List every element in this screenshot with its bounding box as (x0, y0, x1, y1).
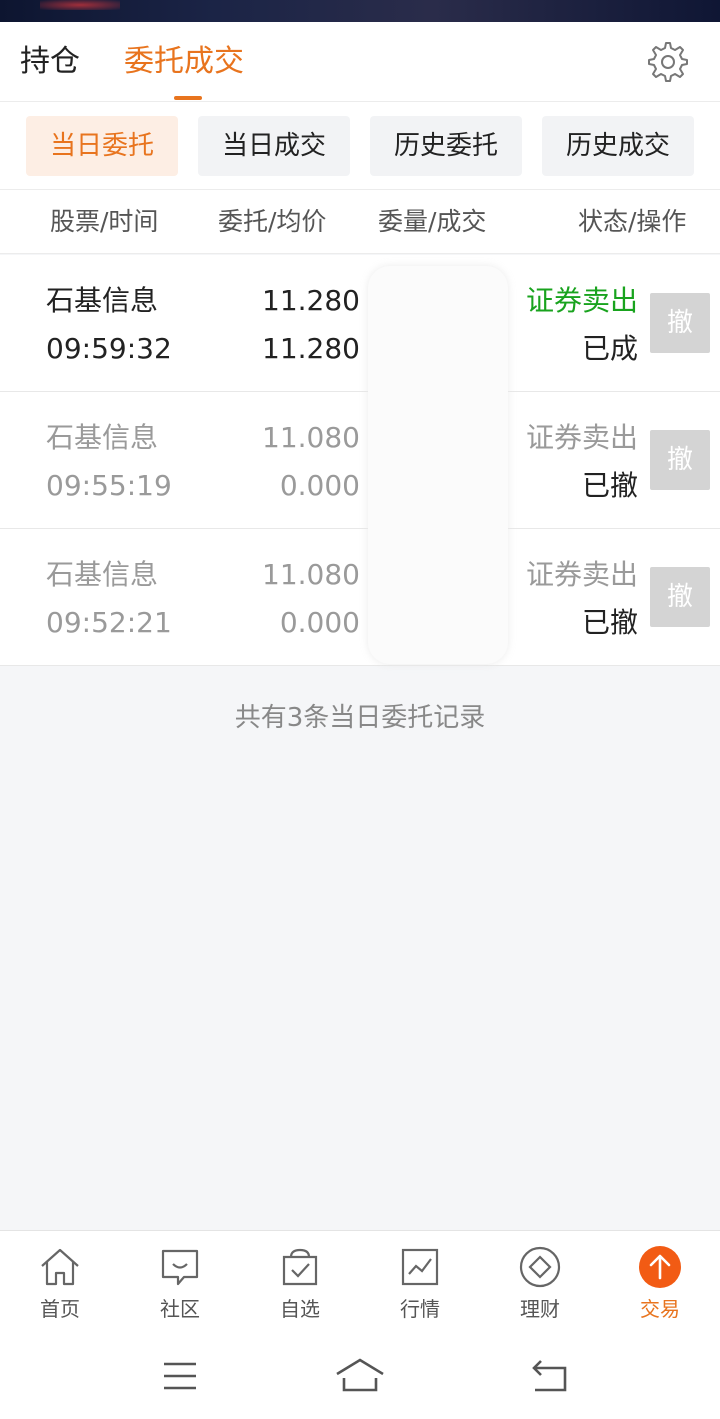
order-time: 09:55:19 (46, 469, 172, 502)
bottom-nav: 首页 社区 自选 行情 理财 交易 (0, 1230, 720, 1334)
records-summary: 共有3条当日委托记录 (234, 703, 486, 733)
settings-button[interactable] (646, 40, 690, 84)
nav-label: 自选 (280, 1297, 320, 1321)
subtab-history-trades[interactable]: 历史成交 (542, 116, 694, 176)
col-qty-filled: 委量/成交 (378, 207, 487, 236)
menu-icon (164, 1362, 196, 1390)
home-outline-icon (336, 1358, 384, 1392)
system-back-button[interactable] (525, 1356, 575, 1396)
home-icon (41, 1248, 79, 1286)
order-row[interactable]: 石基信息 09:52:21 11.080 0.000 证券卖出 已撤 撤 (0, 529, 720, 666)
cancel-order-button[interactable]: 撤 (650, 293, 710, 353)
chat-icon (161, 1249, 199, 1286)
order-direction: 证券卖出 (525, 284, 638, 317)
order-state: 已撤 (581, 469, 638, 502)
nav-label: 交易 (640, 1297, 680, 1321)
nav-community[interactable]: 社区 (120, 1231, 240, 1335)
system-home-button[interactable] (335, 1356, 385, 1396)
diamond-icon (519, 1246, 561, 1288)
watchlist-check-icon (282, 1248, 318, 1286)
status-bar (0, 0, 720, 22)
tab-holdings[interactable]: 持仓 (20, 42, 80, 82)
order-time: 09:59:32 (46, 332, 172, 365)
tab-orders[interactable]: 委托成交 (124, 42, 244, 82)
nav-label: 行情 (400, 1297, 440, 1321)
order-direction: 证券卖出 (525, 558, 638, 591)
order-time: 09:52:21 (46, 606, 172, 639)
col-stock-time: 股票/时间 (50, 207, 159, 236)
avg-price: 0.000 (279, 606, 360, 639)
order-price: 11.080 (262, 421, 360, 454)
stock-name: 石基信息 (46, 284, 159, 317)
avg-price: 0.000 (279, 469, 360, 502)
order-row[interactable]: 石基信息 09:55:19 11.080 0.000 证券卖出 已撤 撤 (0, 392, 720, 529)
order-row[interactable]: 石基信息 09:59:32 11.280 11.280 证券卖出 已成 撤 (0, 255, 720, 392)
active-tab-indicator (174, 96, 202, 100)
subtab-today-orders[interactable]: 当日委托 (26, 116, 178, 176)
subtab-today-trades[interactable]: 当日成交 (198, 116, 350, 176)
subtab-history-orders[interactable]: 历史委托 (370, 116, 522, 176)
order-state: 已撤 (581, 606, 638, 639)
chart-icon (401, 1248, 439, 1286)
nav-wealth[interactable]: 理财 (480, 1231, 600, 1335)
redacted-quantity-area (368, 266, 508, 664)
trade-up-arrow-icon (639, 1246, 681, 1288)
gear-icon (648, 42, 688, 82)
top-nav: 持仓 委托成交 (0, 22, 720, 102)
cancel-order-button[interactable]: 撤 (650, 430, 710, 490)
col-status-action: 状态/操作 (578, 207, 687, 236)
order-state: 已成 (581, 332, 638, 365)
system-nav-bar (0, 1334, 720, 1419)
nav-market[interactable]: 行情 (360, 1231, 480, 1335)
order-price: 11.280 (262, 284, 360, 317)
nav-home[interactable]: 首页 (0, 1231, 120, 1335)
stock-name: 石基信息 (46, 421, 159, 454)
sub-tabs: 当日委托 当日成交 历史委托 历史成交 (0, 102, 720, 190)
order-direction: 证券卖出 (525, 421, 638, 454)
stock-name: 石基信息 (46, 558, 159, 591)
system-menu-button[interactable] (155, 1356, 205, 1396)
nav-label: 理财 (520, 1297, 560, 1321)
back-icon (532, 1360, 567, 1392)
order-price: 11.080 (262, 558, 360, 591)
column-header: 股票/时间 委托/均价 委量/成交 状态/操作 (0, 190, 720, 254)
nav-label: 首页 (40, 1297, 80, 1321)
col-price-avg: 委托/均价 (218, 207, 327, 236)
avg-price: 11.280 (262, 332, 360, 365)
nav-watchlist[interactable]: 自选 (240, 1231, 360, 1335)
nav-trade[interactable]: 交易 (600, 1231, 720, 1335)
cancel-order-button[interactable]: 撤 (650, 567, 710, 627)
nav-label: 社区 (160, 1297, 200, 1321)
